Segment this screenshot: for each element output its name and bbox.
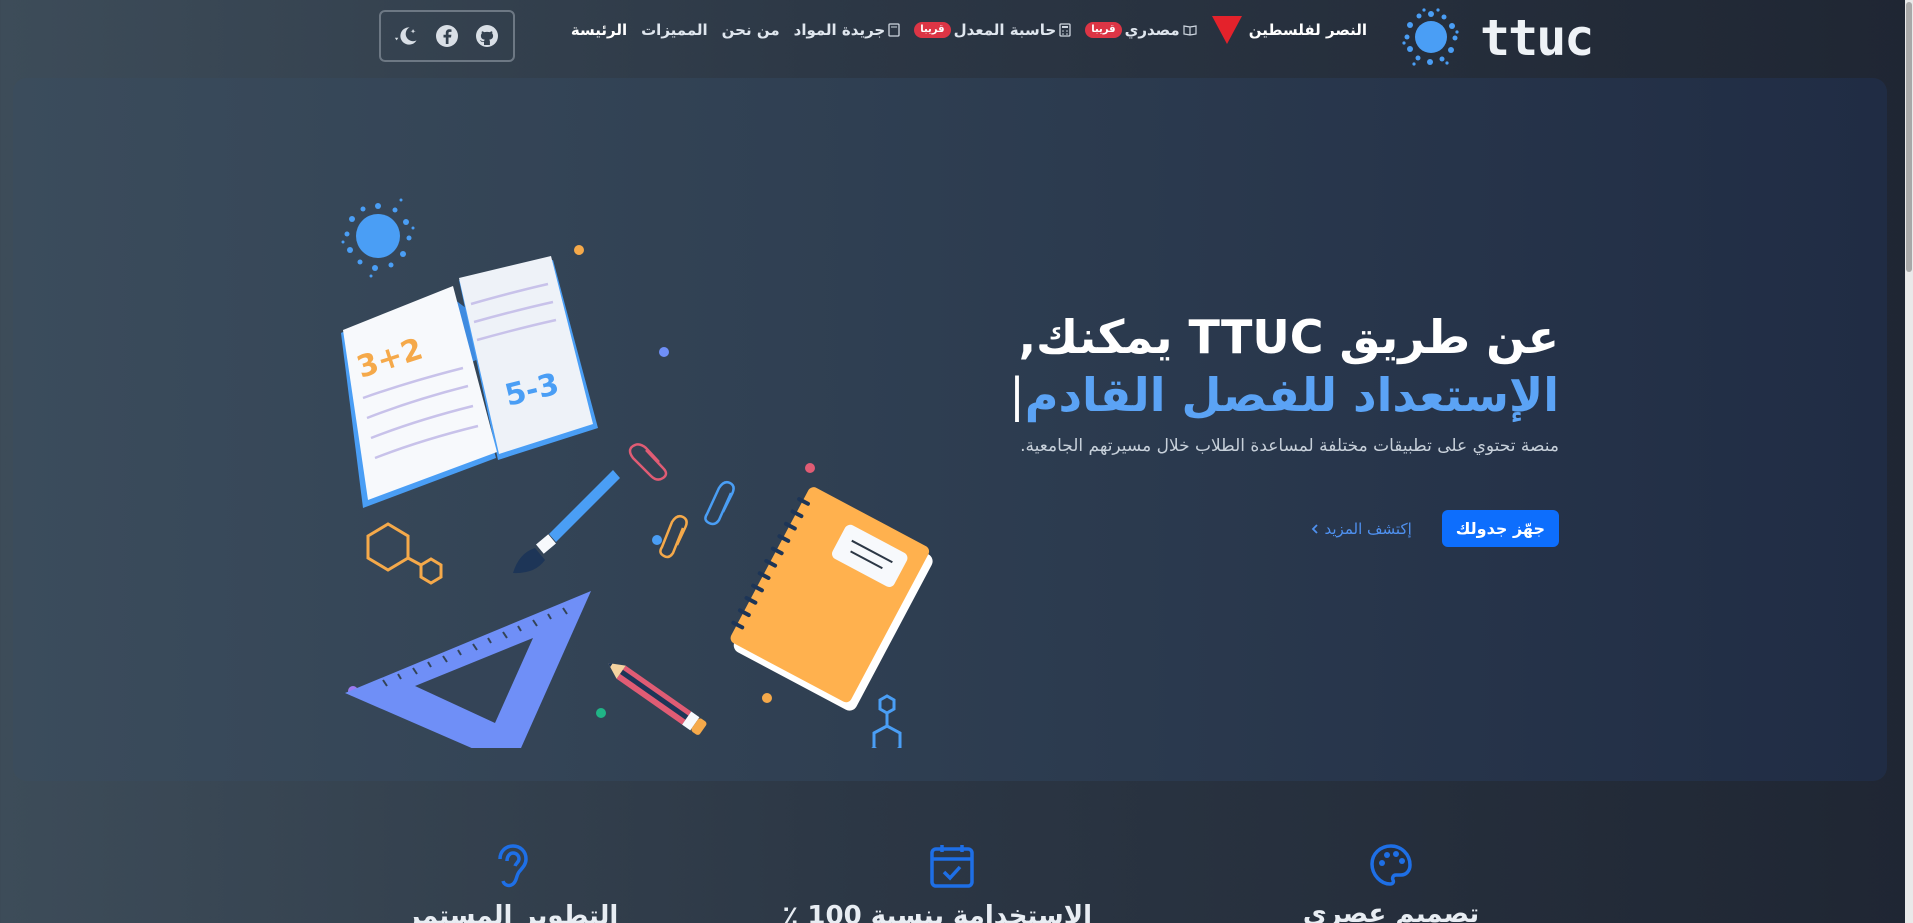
hero-buttons: جهّز جدولك إكتشف المزيد [919,510,1559,547]
nav-features[interactable]: المميزات [641,21,708,39]
palette-icon [1370,844,1412,886]
nav-palestine-label: النصر لفلسطين [1248,21,1367,39]
scrollbar-thumb[interactable] [1906,2,1912,272]
open-book-illustration: 3+2 5-3 [341,256,598,508]
calculator-icon [1059,23,1071,37]
hero-title-highlight-text: الإستعداد للفصل القادم [1024,368,1559,422]
study-illustration: 3+2 5-3 [341,198,933,748]
notebook-illustration [730,487,933,711]
paint-brush-illustration [513,470,620,574]
nav-features-label: المميزات [641,21,708,39]
nav-home-label: الرئيسة [570,21,628,39]
page-scrollbar[interactable] [1905,0,1913,923]
discover-more-label: إكتشف المزيد [1324,519,1412,538]
red-triangle-icon [1211,16,1242,44]
calendar-check-icon [930,845,974,888]
prepare-schedule-button[interactable]: جهّز جدولك [1441,510,1559,547]
hero-lead: منصة تحتوي على تطبيقات مختلفة لمساعدة ال… [1020,436,1559,456]
feature-title: التطوير المستمر [405,901,619,923]
nav-gpa-calculator-label: حاسبة المعدل [953,21,1057,39]
feature-card: الإستخدامة بنسبة 100 ٪ [782,843,1092,923]
feature-title: الإستخدامة بنسبة 100 ٪ [782,901,1092,923]
book-icon [1183,25,1197,36]
molecule-illustration [366,522,443,585]
discover-more-link[interactable]: إكتشف المزيد [1310,520,1412,538]
feature-card: التطوير المستمر [372,843,652,923]
typing-caret: | [1009,368,1025,422]
sun-logo-icon [1402,8,1459,66]
nav-about[interactable]: من نحن [722,21,780,39]
nav-my-sources-label: مصدري [1124,21,1180,39]
theme-toggle-icon [394,27,417,45]
nav-courses-label: جريدة المواد [793,21,886,39]
nav-palestine[interactable]: النصر لفلسطين [1211,15,1367,45]
hero-text: عن طريق TTUC يمكنك, الإستعداد للفصل القا… [919,308,1559,547]
github-icon [476,25,498,47]
brand-name: ttuc [1480,9,1594,67]
ear-icon [498,844,528,888]
navbar: ttuc الرئيسة المميزات من نحن جريدة الموا… [0,0,1913,74]
hero-section: 3+2 5-3 عن طريق TTUC يمكنك, الإستعداد لل… [13,78,1887,781]
triangle-ruler-illustration [345,591,591,748]
chevron-left-icon [1311,524,1318,534]
facebook-icon [436,25,458,47]
facebook-link[interactable] [434,23,460,49]
hero-title-highlight: الإستعداد للفصل القادم| [919,366,1559,424]
nav-gpa-calculator[interactable]: حاسبة المعدل قريبا [914,21,1071,39]
main-menu: الرئيسة المميزات من نحن جريدة المواد حاس… [571,15,1367,45]
feature-title: تصميم عصري [1302,899,1480,923]
pencil-illustration [608,663,707,735]
document-icon [888,23,900,37]
nav-my-sources[interactable]: مصدري قريبا [1085,21,1197,39]
hero-title: عن طريق TTUC يمكنك, [1018,310,1559,364]
github-link[interactable] [474,23,500,49]
nav-courses[interactable]: جريدة المواد [794,21,901,39]
feature-card: تصميم عصري [1251,843,1531,923]
nav-about-label: من نحن [721,21,780,39]
soon-badge: قريبا [1085,22,1122,38]
social-tools [379,10,515,62]
nav-home[interactable]: الرئيسة [571,21,627,39]
brand-logo[interactable]: ttuc [1400,6,1604,68]
theme-toggle-button[interactable] [394,23,420,49]
soon-badge: قريبا [914,22,951,38]
sun-logo-icon [341,198,415,278]
